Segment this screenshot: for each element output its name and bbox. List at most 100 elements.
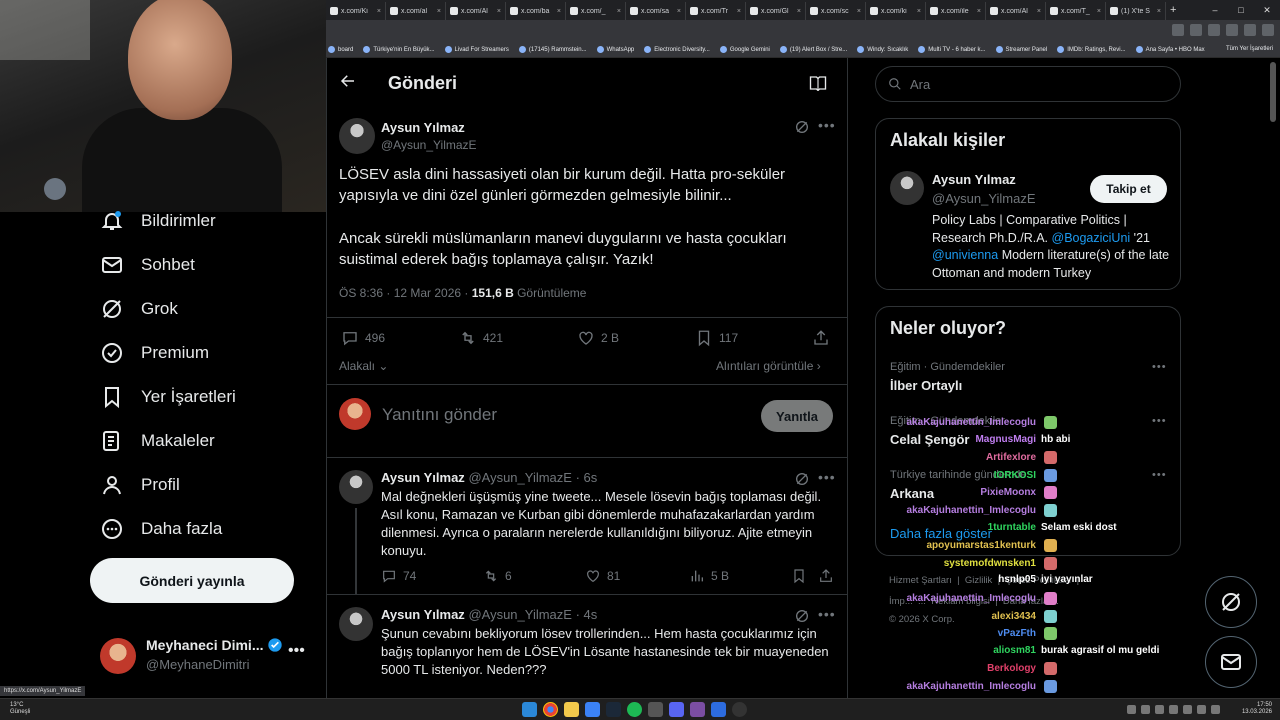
nav-item-grok[interactable]: Grok — [100, 291, 178, 327]
bookmark-item[interactable]: board — [328, 46, 353, 53]
author-name[interactable]: Aysun Yılmaz — [381, 120, 465, 135]
browser-tab[interactable]: x.com/al × — [386, 2, 446, 20]
bookmark-item[interactable]: Google Gemini — [719, 46, 770, 53]
scrollbar[interactable] — [1270, 62, 1276, 122]
bookmark-item[interactable]: WhatsApp — [596, 46, 634, 53]
search-input[interactable]: Ara — [875, 66, 1181, 102]
bookmark-item[interactable]: Livad For Streamers — [444, 46, 509, 53]
browser-tab[interactable]: x.com/Al × — [446, 2, 506, 20]
more-options-icon[interactable]: ••• — [818, 606, 836, 622]
chrome-icon[interactable] — [543, 702, 558, 717]
close-tab-icon[interactable]: × — [1097, 8, 1101, 15]
nav-item-premium[interactable]: Premium — [100, 335, 209, 371]
view-quotes-link[interactable]: Alıntıları görüntüle › — [716, 359, 821, 373]
close-tab-icon[interactable]: × — [797, 8, 801, 15]
zoom-icon[interactable] — [1172, 24, 1184, 36]
reply-input[interactable]: Yanıtını gönder — [382, 405, 497, 425]
star-icon[interactable] — [1208, 24, 1220, 36]
browser-tab[interactable]: (1) X'te S × — [1106, 2, 1166, 20]
discord-icon[interactable] — [669, 702, 684, 717]
reply-author[interactable]: Aysun Yılmaz — [381, 607, 465, 622]
nav-item-profil[interactable]: Profil — [100, 467, 180, 503]
nav-item-yer-i-aretleri[interactable]: Yer İşaretleri — [100, 379, 236, 415]
close-tab-icon[interactable]: × — [437, 8, 441, 15]
trend-more-icon[interactable]: ••• — [1152, 361, 1167, 373]
nav-item-bildirimler[interactable]: Bildirimler — [100, 203, 216, 239]
download-icon[interactable] — [1244, 24, 1256, 36]
browser-tab[interactable]: x.com/ki × — [866, 2, 926, 20]
nav-item-sohbet[interactable]: Sohbet — [100, 247, 195, 283]
more-options-icon[interactable]: ••• — [818, 117, 836, 133]
follow-button[interactable]: Takip et — [1090, 175, 1167, 203]
mention-link[interactable]: @BogaziciUni — [1052, 231, 1131, 245]
browser-tab[interactable]: x.com/Tr × — [686, 2, 746, 20]
bookmark-action[interactable]: 117 — [695, 329, 738, 347]
profile-icon[interactable] — [1262, 24, 1274, 36]
trend-item[interactable]: Eğitim · Gündemdekiler İlber Ortaylı ••• — [876, 359, 1182, 407]
extensions-icon[interactable] — [1226, 24, 1238, 36]
steam-icon[interactable] — [606, 702, 621, 717]
back-icon[interactable] — [339, 72, 357, 95]
app-icon[interactable] — [690, 702, 705, 717]
like-action[interactable]: 2 B — [577, 329, 619, 347]
close-tab-icon[interactable]: × — [1037, 8, 1041, 15]
grok-icon[interactable] — [794, 119, 810, 135]
reply-handle[interactable]: @Aysun_YilmazE · 4s — [468, 607, 597, 622]
system-tray[interactable] — [1127, 705, 1220, 714]
reply-item[interactable]: Aysun Yılmaz @Aysun_YilmazE · 6s ••• Mal… — [327, 457, 847, 594]
account-switcher[interactable]: Meyhaneci Dimi... @MeyhaneDimitri ••• — [100, 632, 320, 680]
grok-floating-button[interactable] — [1205, 576, 1257, 628]
repost-action[interactable]: 421 — [459, 329, 503, 347]
reply-handle[interactable]: @Aysun_YilmazE · 6s — [468, 470, 597, 485]
minimize-icon[interactable]: – — [1202, 0, 1228, 20]
obs-icon[interactable] — [732, 702, 747, 717]
reply-avatar[interactable] — [339, 470, 373, 504]
close-icon[interactable]: ✕ — [1254, 0, 1280, 20]
browser-tab[interactable]: x.com/Al × — [986, 2, 1046, 20]
author-avatar[interactable] — [339, 118, 375, 154]
weather-widget[interactable]: 13°C Güneşli — [10, 702, 30, 716]
grok-icon[interactable] — [794, 471, 810, 487]
related-name[interactable]: Aysun Yılmaz — [932, 172, 1016, 187]
close-tab-icon[interactable]: × — [737, 8, 741, 15]
nav-item-daha-fazla[interactable]: Daha fazla — [100, 511, 222, 547]
close-tab-icon[interactable]: × — [617, 8, 621, 15]
bookmark-item[interactable]: (19) Alert Box / Stre... — [779, 46, 847, 53]
related-handle[interactable]: @Aysun_YilmazE — [932, 191, 1036, 206]
close-tab-icon[interactable]: × — [977, 8, 981, 15]
reply-author[interactable]: Aysun Yılmaz — [381, 470, 465, 485]
clock[interactable]: 17:50 13.03.2026 — [1242, 702, 1272, 716]
more-icon[interactable]: ••• — [288, 642, 305, 660]
browser-tab[interactable]: x.com/ba × — [506, 2, 566, 20]
address-bar[interactable] — [326, 20, 1280, 42]
like-action[interactable]: 81 — [585, 568, 620, 584]
close-tab-icon[interactable]: × — [557, 8, 561, 15]
browser-tab[interactable]: x.com/sa × — [626, 2, 686, 20]
bookmark-item[interactable]: Ana Sayfa • HBO Max — [1135, 46, 1205, 53]
close-tab-icon[interactable]: × — [917, 8, 921, 15]
app-icon[interactable] — [711, 702, 726, 717]
bookmark-item[interactable]: (17145) Rammstein... — [518, 46, 587, 53]
messages-floating-button[interactable] — [1205, 636, 1257, 688]
maximize-icon[interactable]: □ — [1228, 0, 1254, 20]
repost-action[interactable]: 6 — [483, 568, 512, 584]
reply-item[interactable]: Aysun Yılmaz @Aysun_YilmazE · 4s ••• Şun… — [327, 594, 847, 698]
app-icon[interactable] — [585, 702, 600, 717]
new-tab-icon[interactable]: + — [1170, 4, 1176, 16]
windows-icon[interactable] — [522, 702, 537, 717]
browser-tab[interactable]: x.com/ile × — [926, 2, 986, 20]
close-tab-icon[interactable]: × — [857, 8, 861, 15]
close-tab-icon[interactable]: × — [497, 8, 501, 15]
bookmark-item[interactable]: Multi TV - 6 haber k... — [918, 46, 986, 53]
close-tab-icon[interactable]: × — [377, 8, 381, 15]
grok-icon[interactable] — [794, 608, 810, 624]
author-handle[interactable]: @Aysun_YilmazE — [381, 138, 477, 152]
reply-action[interactable]: 496 — [341, 329, 385, 347]
related-avatar[interactable] — [890, 171, 924, 205]
bookmark-item[interactable]: Streamer Panel — [995, 46, 1047, 53]
more-options-icon[interactable]: ••• — [818, 469, 836, 485]
views-action[interactable]: 5 B — [689, 568, 729, 584]
close-tab-icon[interactable]: × — [1157, 8, 1161, 15]
browser-tab[interactable]: x.com/_ × — [566, 2, 626, 20]
bookmark-item[interactable]: Electronic Diversity... — [644, 46, 710, 53]
